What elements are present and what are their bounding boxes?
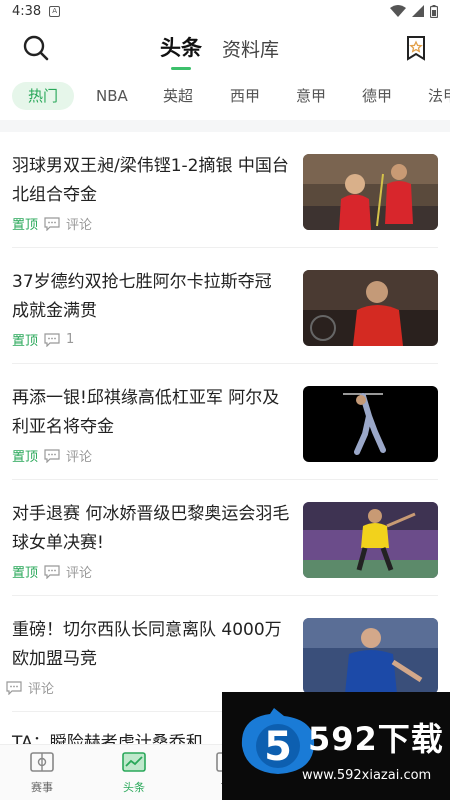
comment-icon xyxy=(6,680,22,695)
watermark-brand: 592下载 xyxy=(308,720,444,758)
news-title[interactable]: 羽球男双王昶/梁伟铿1-2摘银 中国台北组合夺金 xyxy=(12,152,290,210)
bookmark-star-icon[interactable] xyxy=(404,34,428,62)
bottom-nav-matches[interactable]: 赛事 xyxy=(12,751,72,795)
category-ligue-1[interactable]: 法甲 xyxy=(428,82,450,110)
pinned-tag: 置顶 xyxy=(12,218,39,233)
signal-icon xyxy=(412,5,424,17)
status-time: 4:38 xyxy=(12,3,42,19)
news-title[interactable]: 再添一银!邱祺缘高低杠亚军 阿尔及利亚名将夺金 xyxy=(12,384,290,442)
section-divider xyxy=(0,120,450,132)
news-meta: 置顶 评论 xyxy=(12,562,92,581)
comment-icon xyxy=(44,448,60,463)
comment-count[interactable]: 评论 xyxy=(66,562,92,581)
pinned-tag: 置顶 xyxy=(12,450,39,465)
search-icon[interactable] xyxy=(22,34,50,62)
news-item[interactable]: 对手退赛 何冰娇晋级巴黎奥运会羽毛球女单决赛! 置顶 评论 xyxy=(0,480,450,596)
watermark-overlay: 5 592下载 www.592xiazai.com xyxy=(222,692,450,800)
news-title[interactable]: 对手退赛 何冰娇晋级巴黎奥运会羽毛球女单决赛! xyxy=(12,500,290,558)
comment-count[interactable]: 1 xyxy=(66,332,74,347)
headlines-chart-icon xyxy=(122,752,146,772)
category-bundesliga[interactable]: 德甲 xyxy=(362,82,392,110)
header-tabs: 头条 资料库 xyxy=(160,32,279,70)
bottom-nav-label: 头条 xyxy=(123,781,145,794)
tab-database[interactable]: 资料库 xyxy=(222,35,279,62)
comment-icon xyxy=(44,216,60,231)
news-meta: 置顶 评论 xyxy=(12,214,92,233)
bottom-nav-headlines[interactable]: 头条 xyxy=(104,751,164,795)
news-item[interactable]: 37岁德约双抢七胜阿尔卡拉斯夺冠 成就金满贯 置顶 1 xyxy=(0,248,450,364)
news-title[interactable]: 重磅！切尔西队长同意离队 4000万欧加盟马竞 xyxy=(12,616,290,674)
category-hot[interactable]: 热门 xyxy=(12,82,75,110)
news-item[interactable]: 羽球男双王昶/梁伟铿1-2摘银 中国台北组合夺金 置顶 评论 xyxy=(0,132,450,248)
category-premier-league[interactable]: 英超 xyxy=(163,82,193,110)
category-la-liga[interactable]: 西甲 xyxy=(230,82,260,110)
news-thumbnail-football-player[interactable] xyxy=(303,618,438,694)
pinned-tag: 置顶 xyxy=(12,334,39,349)
category-serie-a[interactable]: 意甲 xyxy=(296,82,326,110)
tab-headlines[interactable]: 头条 xyxy=(160,32,202,70)
watermark-url: www.592xiazai.com xyxy=(302,768,432,783)
news-meta: 置顶 评论 xyxy=(12,446,92,465)
notification-a-icon: A xyxy=(49,5,61,17)
battery-icon xyxy=(430,4,438,18)
comment-icon xyxy=(44,564,60,579)
logo-digit: 5 xyxy=(264,724,292,770)
comment-count[interactable]: 评论 xyxy=(28,678,54,697)
field-icon xyxy=(30,752,54,772)
category-nba[interactable]: NBA xyxy=(96,82,128,110)
news-thumbnail-gymnast[interactable] xyxy=(303,386,438,462)
category-bar: 热门 NBA 英超 西甲 意甲 德甲 法甲 xyxy=(0,78,450,114)
news-thumbnail-badminton-doubles[interactable] xyxy=(303,154,438,230)
comment-count[interactable]: 评论 xyxy=(66,214,92,233)
bottom-nav-label: 赛事 xyxy=(31,781,53,794)
pinned-tag: 置顶 xyxy=(12,566,39,581)
status-bar: 4:38 A xyxy=(0,0,450,22)
news-thumbnail-tennis-player[interactable] xyxy=(303,270,438,346)
news-item[interactable]: 再添一银!邱祺缘高低杠亚军 阿尔及利亚名将夺金 置顶 评论 xyxy=(0,364,450,480)
news-thumbnail-badminton-singles[interactable] xyxy=(303,502,438,578)
wifi-icon xyxy=(390,5,406,17)
news-meta: 置顶 1 xyxy=(12,330,74,349)
comment-count[interactable]: 评论 xyxy=(66,446,92,465)
comment-icon xyxy=(44,332,60,347)
top-nav: 头条 资料库 xyxy=(0,26,450,70)
news-title[interactable]: 37岁德约双抢七胜阿尔卡拉斯夺冠 成就金满贯 xyxy=(12,268,290,326)
news-meta: 评论 xyxy=(6,678,54,697)
